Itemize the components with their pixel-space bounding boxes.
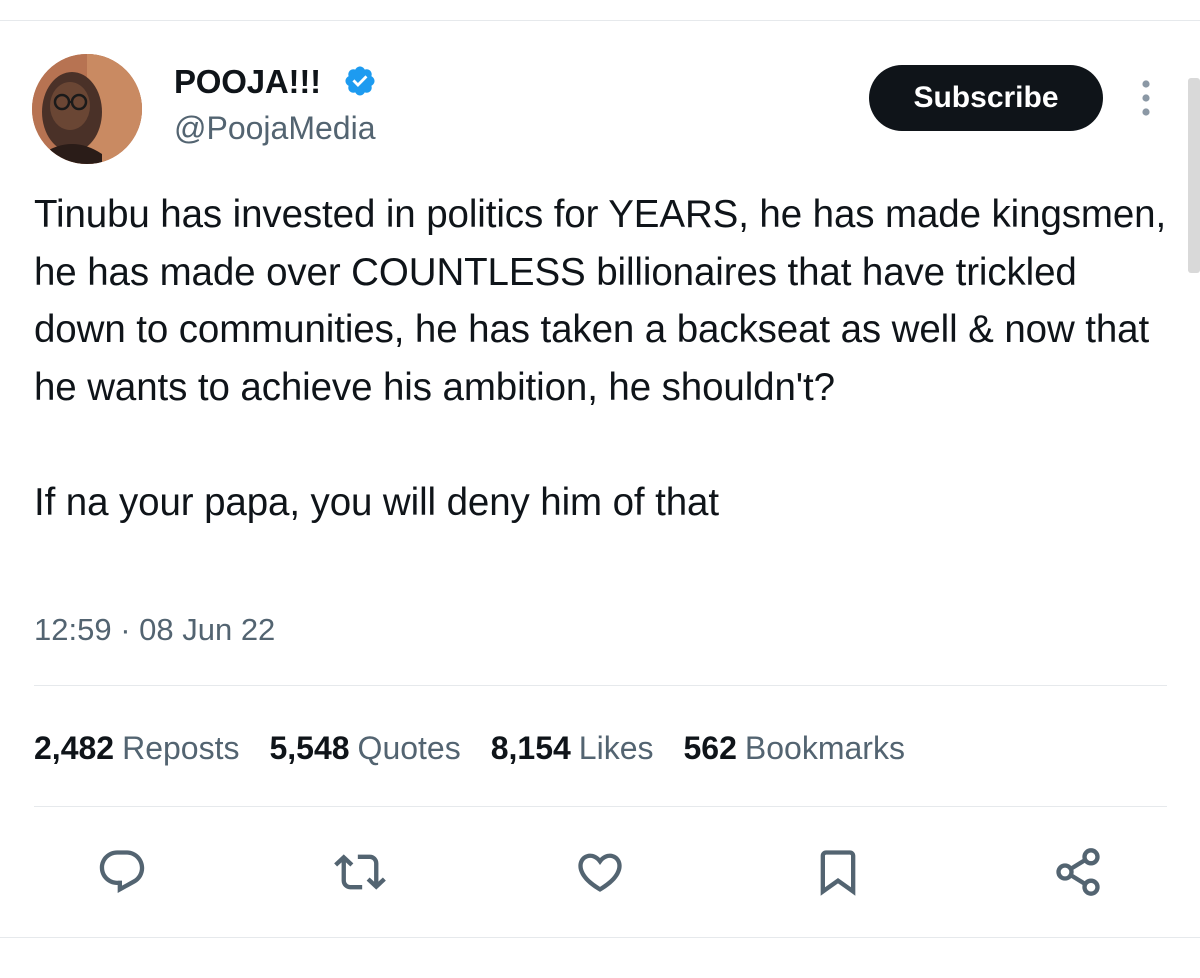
scrollbar[interactable] [1188, 78, 1200, 273]
divider [34, 685, 1167, 686]
like-button[interactable] [574, 846, 626, 898]
reposts-stat[interactable]: 2,482 Reposts [34, 726, 239, 770]
reposts-count: 2,482 [34, 730, 115, 766]
avatar-image [32, 54, 142, 164]
bookmark-button[interactable] [812, 846, 864, 898]
reply-button[interactable] [96, 846, 148, 898]
bookmarks-count: 562 [683, 730, 737, 766]
quotes-count: 5,548 [269, 730, 350, 766]
more-options-icon[interactable] [1131, 76, 1161, 120]
likes-label: Likes [578, 730, 654, 766]
reposts-label: Reposts [122, 730, 240, 766]
subscribe-button[interactable]: Subscribe [869, 65, 1103, 131]
quotes-stat[interactable]: 5,548 Quotes [269, 726, 460, 770]
user-handle[interactable]: @PoojaMedia [174, 108, 375, 148]
share-icon [1056, 848, 1100, 896]
like-icon [578, 853, 622, 892]
verified-badge-icon [345, 66, 375, 96]
top-divider [0, 20, 1200, 21]
repost-icon [334, 854, 386, 890]
tweet-text: Tinubu has invested in politics for YEAR… [34, 193, 1167, 524]
display-name[interactable]: POOJA!!! [174, 62, 321, 102]
bookmark-icon [820, 850, 856, 896]
bookmarks-stat[interactable]: 562 Bookmarks [684, 726, 905, 770]
likes-count: 8,154 [490, 730, 571, 766]
bookmarks-label: Bookmarks [744, 730, 905, 766]
share-button[interactable] [1052, 846, 1104, 898]
quotes-label: Quotes [357, 730, 461, 766]
divider [34, 806, 1167, 807]
reply-icon [99, 850, 145, 894]
likes-stat[interactable]: 8,154 Likes [491, 726, 654, 770]
avatar[interactable] [32, 54, 142, 164]
repost-button[interactable] [334, 846, 386, 898]
engagement-stats: 2,482 Reposts 5,548 Quotes 8,154 Likes 562 Book… [34, 726, 935, 770]
tweet-timestamp[interactable]: 12:59 · 08 Jun 22 [34, 610, 275, 650]
divider [0, 937, 1200, 938]
